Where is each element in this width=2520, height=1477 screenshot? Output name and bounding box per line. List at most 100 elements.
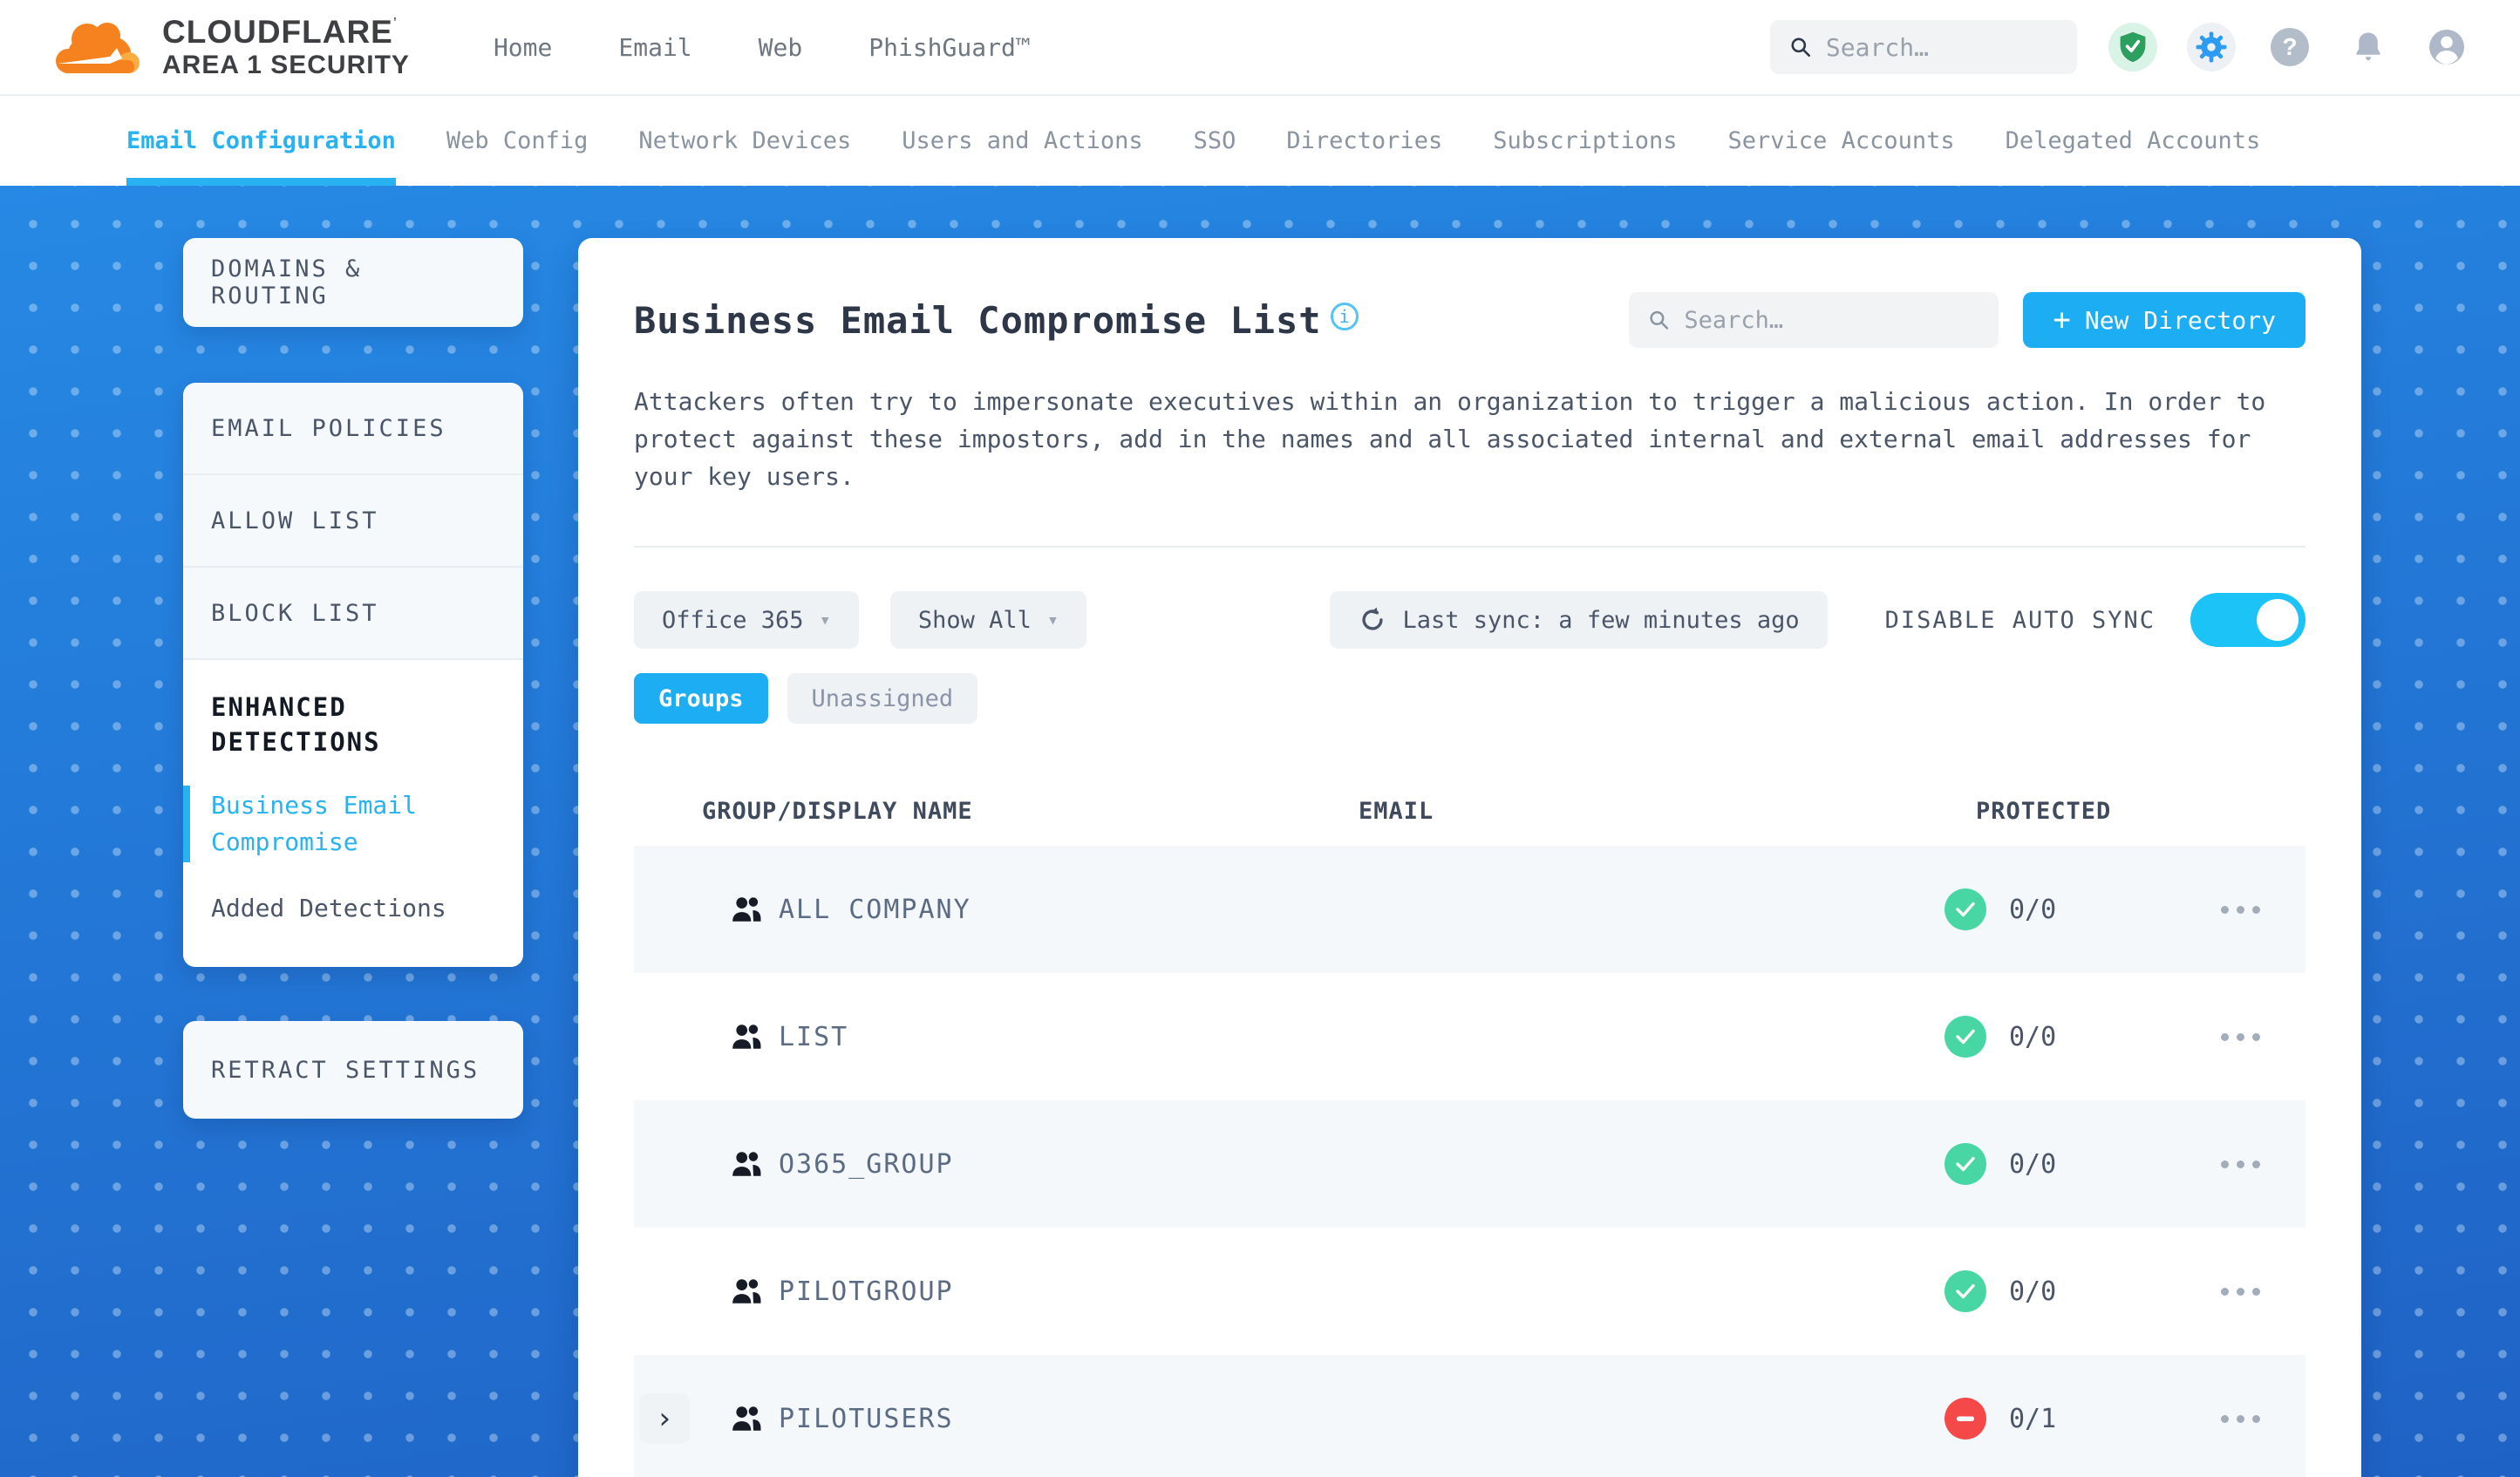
auto-sync-label: DISABLE AUTO SYNC xyxy=(1884,606,2156,634)
row-menu-button[interactable] xyxy=(2175,1287,2305,1296)
table-row[interactable]: O365_GROUP 0/0 xyxy=(634,1100,2305,1228)
protected-status-icon xyxy=(1944,888,1986,930)
account-button[interactable] xyxy=(2422,23,2471,71)
table-row[interactable]: LIST 0/0 xyxy=(634,973,2305,1100)
page-title: Business Email Compromise List xyxy=(634,298,1322,342)
primary-nav: Home Email Web PhishGuard™ xyxy=(494,33,1031,62)
sidebar-item-enhanced-detections[interactable]: ENHANCED DETECTIONS xyxy=(183,690,523,759)
auto-sync-toggle[interactable] xyxy=(2190,593,2305,647)
toggle-knob xyxy=(2257,599,2299,641)
table-header-row: GROUP/DISPLAY NAME EMAIL PROTECTED xyxy=(634,776,2305,846)
column-header-protected: PROTECTED xyxy=(1976,797,2112,825)
table-row[interactable]: › PILOTUSERS 0/1 xyxy=(634,1355,2305,1477)
nav-phishguard[interactable]: PhishGuard™ xyxy=(868,33,1030,62)
chevron-down-icon: ▾ xyxy=(1046,609,1059,631)
group-name: LIST xyxy=(779,1021,849,1052)
workspace-background: DOMAINS & ROUTING EMAIL POLICIES ALLOW L… xyxy=(0,186,2520,1477)
divider xyxy=(634,546,2305,548)
security-status-button[interactable] xyxy=(2108,23,2157,71)
chevron-down-icon: ▾ xyxy=(819,609,831,631)
column-header-email: EMAIL xyxy=(1359,797,1434,825)
list-search[interactable] xyxy=(1629,292,1999,348)
row-menu-button[interactable] xyxy=(2175,1160,2305,1168)
sidebar-item-block-list[interactable]: BLOCK LIST xyxy=(183,568,523,660)
nav-web[interactable]: Web xyxy=(759,33,803,62)
row-menu-button[interactable] xyxy=(2175,905,2305,914)
group-name: PILOTUSERS xyxy=(779,1403,954,1434)
group-icon xyxy=(714,1150,779,1178)
tab-subscriptions[interactable]: Subscriptions xyxy=(1493,96,1677,186)
show-filter-value: Show All xyxy=(917,606,1032,634)
global-search-input[interactable] xyxy=(1825,32,2058,62)
cloudflare-logo[interactable]: CLOUDFLARE’ AREA 1 SECURITY xyxy=(49,15,410,79)
list-search-input[interactable] xyxy=(1684,306,1980,334)
protected-count: 0/0 xyxy=(2009,1148,2057,1180)
row-menu-button[interactable] xyxy=(2175,1414,2305,1423)
search-icon xyxy=(1650,310,1669,330)
group-name: ALL COMPANY xyxy=(779,894,971,925)
tab-email-configuration[interactable]: Email Configuration xyxy=(126,96,396,186)
protected-count: 0/0 xyxy=(2009,1276,2057,1307)
group-icon xyxy=(714,1405,779,1433)
section-nav: Email Configuration Web Config Network D… xyxy=(0,96,2520,186)
group-icon xyxy=(714,1023,779,1051)
search-icon xyxy=(1791,37,1810,58)
blocked-status-icon xyxy=(1944,1398,1986,1440)
tab-web-config[interactable]: Web Config xyxy=(446,96,589,186)
page-description: Attackers often try to impersonate execu… xyxy=(634,387,2266,491)
row-menu-button[interactable] xyxy=(2175,1032,2305,1041)
settings-sidebar: DOMAINS & ROUTING EMAIL POLICIES ALLOW L… xyxy=(183,238,523,1119)
shield-check-icon xyxy=(2120,32,2146,62)
tab-sso[interactable]: SSO xyxy=(1194,96,1236,186)
group-name: PILOTGROUP xyxy=(779,1276,954,1307)
chevron-right-icon: › xyxy=(655,1401,674,1436)
settings-button[interactable] xyxy=(2187,23,2236,71)
app-header: CLOUDFLARE’ AREA 1 SECURITY Home Email W… xyxy=(0,0,2520,96)
segment-groups[interactable]: Groups xyxy=(634,673,768,724)
group-icon xyxy=(714,1277,779,1305)
logo-trademark: ’ xyxy=(392,14,397,32)
global-search[interactable] xyxy=(1770,20,2077,74)
show-filter-dropdown[interactable]: Show All ▾ xyxy=(889,591,1087,649)
directory-dropdown[interactable]: Office 365 ▾ xyxy=(634,591,859,649)
nav-home[interactable]: Home xyxy=(494,33,552,62)
refresh-icon xyxy=(1361,607,1383,630)
protected-count: 0/0 xyxy=(2009,894,2057,925)
info-icon[interactable]: i xyxy=(1330,303,1359,330)
sidebar-item-business-email-compromise[interactable]: Business Email Compromise xyxy=(183,786,523,862)
bell-icon xyxy=(2356,32,2380,61)
new-directory-button[interactable]: + New Directory xyxy=(2023,292,2305,348)
expand-row-button[interactable]: › xyxy=(639,1393,690,1444)
last-sync-button[interactable]: Last sync: a few minutes ago xyxy=(1329,591,1828,649)
help-button[interactable]: ? xyxy=(2265,23,2314,71)
notifications-button[interactable] xyxy=(2344,23,2393,71)
groups-table: GROUP/DISPLAY NAME EMAIL PROTECTED ALL C… xyxy=(634,776,2305,1477)
cloudflare-cloud-icon xyxy=(56,23,140,73)
sidebar-item-added-detections[interactable]: Added Detections xyxy=(183,888,523,929)
gear-icon xyxy=(2196,31,2227,63)
tab-users-and-actions[interactable]: Users and Actions xyxy=(902,96,1142,186)
bec-list-panel: Business Email Compromise List i + New D… xyxy=(578,238,2361,1477)
protected-status-icon xyxy=(1944,1270,1986,1312)
protected-status-icon xyxy=(1944,1143,1986,1185)
sidebar-section-enhanced-detections: ENHANCED DETECTIONS Business Email Compr… xyxy=(183,660,523,967)
protected-count: 0/1 xyxy=(2009,1403,2057,1434)
sidebar-item-domains-routing[interactable]: DOMAINS & ROUTING xyxy=(183,238,523,327)
sidebar-item-email-policies[interactable]: EMAIL POLICIES xyxy=(183,383,523,475)
sidebar-item-allow-list[interactable]: ALLOW LIST xyxy=(183,475,523,568)
last-sync-text: Last sync: a few minutes ago xyxy=(1402,606,1800,634)
table-row[interactable]: PILOTGROUP 0/0 xyxy=(634,1228,2305,1355)
tab-network-devices[interactable]: Network Devices xyxy=(638,96,851,186)
table-row[interactable]: ALL COMPANY 0/0 xyxy=(634,846,2305,973)
logo-title: CLOUDFLARE xyxy=(162,13,393,50)
tab-directories[interactable]: Directories xyxy=(1286,96,1442,186)
logo-subtitle: AREA 1 SECURITY xyxy=(162,50,410,79)
protected-status-icon xyxy=(1944,1016,1986,1058)
segment-unassigned[interactable]: Unassigned xyxy=(787,673,978,724)
user-avatar-icon xyxy=(2429,30,2464,65)
tab-service-accounts[interactable]: Service Accounts xyxy=(1728,96,1955,186)
sidebar-item-retract-settings[interactable]: RETRACT SETTINGS xyxy=(183,1021,523,1119)
tab-delegated-accounts[interactable]: Delegated Accounts xyxy=(2006,96,2261,186)
nav-email[interactable]: Email xyxy=(618,33,691,62)
group-icon xyxy=(714,895,779,923)
